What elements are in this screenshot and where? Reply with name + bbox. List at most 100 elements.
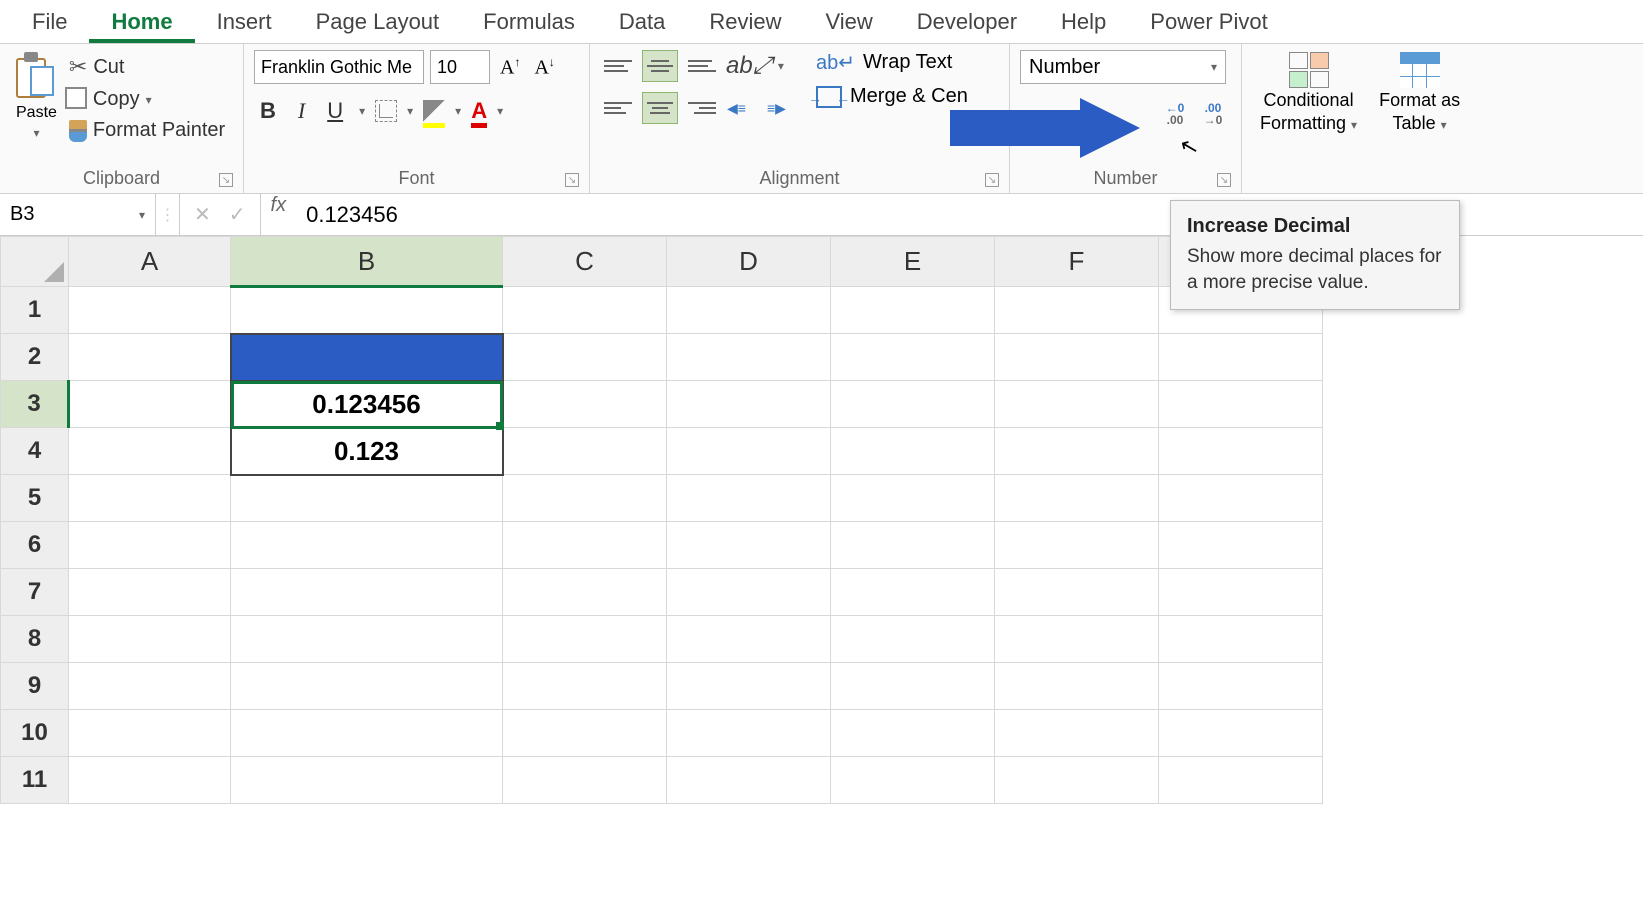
dialog-launcher-icon[interactable]: ↘ <box>565 173 579 187</box>
paste-button[interactable]: Paste ▾ <box>10 50 63 142</box>
align-middle-button[interactable] <box>642 50 678 82</box>
chevron-down-icon[interactable]: ▾ <box>778 59 784 73</box>
tab-insert[interactable]: Insert <box>195 1 294 43</box>
font-color-button[interactable]: A <box>471 98 487 124</box>
tooltip-title: Increase Decimal <box>1187 215 1443 238</box>
cut-label: Cut <box>93 56 124 79</box>
row-header-4[interactable]: 4 <box>1 428 69 475</box>
tab-view[interactable]: View <box>803 1 894 43</box>
font-name-select[interactable] <box>254 50 424 84</box>
tab-power-pivot[interactable]: Power Pivot <box>1128 1 1289 43</box>
paste-icon <box>16 52 56 100</box>
italic-button[interactable]: I <box>292 96 311 126</box>
col-header-B[interactable]: B <box>231 237 503 287</box>
col-header-D[interactable]: D <box>667 237 831 287</box>
group-alignment: ab⤢ ▾ ◀≡ ≡▶ ab↵ Wrap Text Me <box>590 44 1010 193</box>
cell-B4[interactable]: 0.123 <box>231 428 503 475</box>
tooltip-body: Show more decimal places for a more prec… <box>1187 244 1443 295</box>
tab-data[interactable]: Data <box>597 1 687 43</box>
col-header-C[interactable]: C <box>503 237 667 287</box>
group-clipboard: Paste ▾ ✂ Cut Copy ▾ Format Painter <box>0 44 244 193</box>
group-label-styles <box>1252 164 1633 191</box>
orientation-button[interactable]: ab⤢ <box>726 52 772 80</box>
copy-icon <box>69 91 87 109</box>
decrease-font-button[interactable]: A↓ <box>530 55 558 80</box>
cell-B2[interactable] <box>231 334 503 381</box>
font-size-select[interactable] <box>430 50 490 84</box>
ribbon-tabs: File Home Insert Page Layout Formulas Da… <box>0 0 1643 44</box>
align-right-button[interactable] <box>684 92 720 124</box>
align-center-button[interactable] <box>642 92 678 124</box>
row-header-10[interactable]: 10 <box>1 710 69 757</box>
increase-font-button[interactable]: A↑ <box>496 55 524 80</box>
spreadsheet-grid[interactable]: A B C D E F G 1 2 30.123456 40.123 5 6 7… <box>0 236 1643 804</box>
col-header-E[interactable]: E <box>831 237 995 287</box>
increase-indent-button[interactable]: ≡▶ <box>766 93 800 123</box>
name-box-value: B3 <box>10 203 34 226</box>
tab-home[interactable]: Home <box>89 1 194 43</box>
chevron-down-icon[interactable]: ▾ <box>455 104 461 118</box>
number-format-value: Number <box>1029 56 1100 79</box>
enter-formula-button[interactable]: ✓ <box>229 202 246 227</box>
align-bottom-button[interactable] <box>684 50 720 82</box>
row-header-11[interactable]: 11 <box>1 757 69 804</box>
chevron-down-icon: ▾ <box>1211 60 1217 74</box>
col-header-A[interactable]: A <box>69 237 231 287</box>
increase-decimal-button[interactable]: ←0.00 <box>1157 96 1193 132</box>
copy-button[interactable]: Copy ▾ <box>69 88 225 111</box>
fat-label-2: Table <box>1393 113 1436 133</box>
decrease-indent-button[interactable]: ◀≡ <box>726 93 760 123</box>
name-box[interactable]: B3 ▾ <box>0 194 156 235</box>
row-header-5[interactable]: 5 <box>1 475 69 522</box>
cf-label-2: Formatting <box>1260 113 1346 133</box>
number-format-select[interactable]: Number ▾ <box>1020 50 1226 84</box>
chevron-down-icon[interactable]: ▾ <box>139 208 145 222</box>
bold-button[interactable]: B <box>254 96 282 126</box>
fat-label-1: Format as <box>1379 90 1460 111</box>
align-top-button[interactable] <box>600 50 636 82</box>
fx-icon[interactable]: fx <box>261 194 297 235</box>
chevron-down-icon[interactable]: ▾ <box>407 104 413 118</box>
tab-page-layout[interactable]: Page Layout <box>294 1 462 43</box>
group-label-font: Font ↘ <box>254 164 579 191</box>
chevron-down-icon: ▾ <box>1441 118 1447 132</box>
row-header-9[interactable]: 9 <box>1 663 69 710</box>
dialog-launcher-icon[interactable]: ↘ <box>219 173 233 187</box>
row-header-7[interactable]: 7 <box>1 569 69 616</box>
chevron-down-icon[interactable]: ▾ <box>146 93 152 107</box>
tab-file[interactable]: File <box>10 1 89 43</box>
row-header-8[interactable]: 8 <box>1 616 69 663</box>
tab-help[interactable]: Help <box>1039 1 1128 43</box>
borders-button[interactable] <box>375 100 397 122</box>
dialog-launcher-icon[interactable]: ↘ <box>985 173 999 187</box>
wrap-text-button[interactable]: ab↵ Wrap Text <box>816 50 968 75</box>
row-header-3[interactable]: 3 <box>1 381 69 428</box>
conditional-formatting-icon <box>1289 52 1329 88</box>
cut-button[interactable]: ✂ Cut <box>69 54 225 80</box>
row-header-2[interactable]: 2 <box>1 334 69 381</box>
chevron-down-icon[interactable]: ▾ <box>33 126 39 140</box>
format-painter-label: Format Painter <box>93 119 225 142</box>
col-header-F[interactable]: F <box>995 237 1159 287</box>
merge-icon <box>816 86 842 108</box>
dialog-launcher-icon[interactable]: ↘ <box>1217 173 1231 187</box>
tab-review[interactable]: Review <box>687 1 803 43</box>
align-left-button[interactable] <box>600 92 636 124</box>
merge-center-button[interactable]: Merge & Cen <box>816 85 968 108</box>
table-icon <box>1400 52 1440 88</box>
tab-formulas[interactable]: Formulas <box>461 1 597 43</box>
cell-B3[interactable]: 0.123456 <box>231 381 503 428</box>
underline-button[interactable]: U <box>321 96 349 126</box>
select-all-corner[interactable] <box>1 237 69 287</box>
tab-developer[interactable]: Developer <box>895 1 1039 43</box>
format-as-table-button[interactable]: Format as Table ▾ <box>1371 50 1468 136</box>
cancel-formula-button[interactable]: ✕ <box>194 202 211 227</box>
format-painter-button[interactable]: Format Painter <box>69 119 225 142</box>
fill-color-button[interactable] <box>423 100 445 122</box>
conditional-formatting-button[interactable]: Conditional Formatting ▾ <box>1252 50 1365 136</box>
decrease-decimal-button[interactable]: .00→0 <box>1195 96 1231 132</box>
row-header-1[interactable]: 1 <box>1 287 69 334</box>
chevron-down-icon[interactable]: ▾ <box>359 104 365 118</box>
chevron-down-icon[interactable]: ▾ <box>497 104 503 118</box>
row-header-6[interactable]: 6 <box>1 522 69 569</box>
